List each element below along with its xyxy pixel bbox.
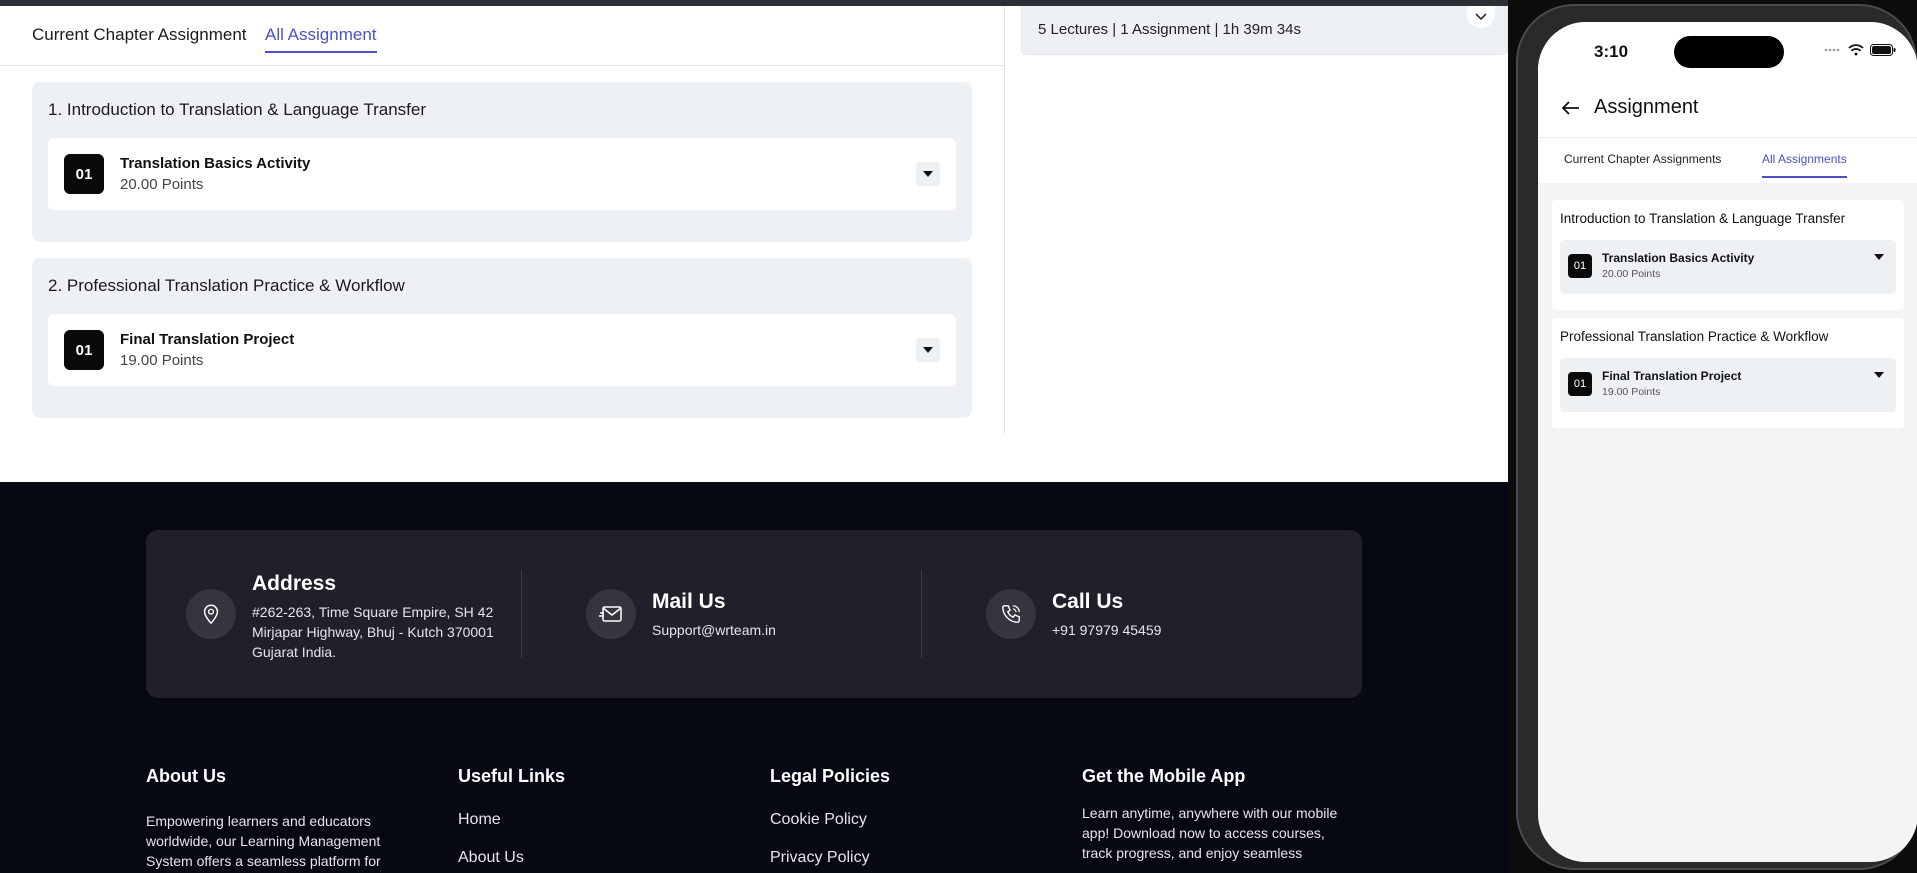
divider [921,570,922,658]
call-value[interactable]: +91 97979 45459 [1052,620,1161,640]
assignment-points: 19.00 Points [120,352,204,369]
chapter-card: Professional Translation Practice & Work… [1552,318,1904,428]
assignment-number: 01 [1568,372,1592,396]
footer-link-about-us[interactable]: About Us [458,849,728,867]
tab-all-assignment[interactable]: All Assignment [265,25,377,53]
phone-frame: 3:10 Assignment Current Chapter Assignme… [1516,4,1917,870]
location-pin-icon [186,589,236,639]
footer-about-text: Empowering learners and educators worldw… [146,813,381,869]
address-title: Address [252,572,337,595]
title-row: Assignment [1562,96,1699,119]
footer-heading: Legal Policies [770,766,891,786]
assignment-name: Translation Basics Activity [1602,251,1755,265]
mail-title: Mail Us [652,590,726,613]
mail-value[interactable]: Support@wrteam.in [652,620,776,640]
app-header: 3:10 Assignment [1538,22,1917,137]
footer-link-home[interactable]: Home [458,811,728,829]
page-title: Assignment [1594,96,1699,118]
chapter-card: 2. Professional Translation Practice & W… [32,258,972,418]
footer-link-cookie-policy[interactable]: Cookie Policy [770,811,1040,829]
assignment-row[interactable]: 01 Translation Basics Activity 20.00 Poi… [1560,240,1896,294]
footer-heading: Useful Links [458,766,566,786]
address-block: Address #262-263, Time Square Empire, SH… [186,570,506,660]
site-footer: Address #262-263, Time Square Empire, SH… [0,482,1508,873]
tab-current-chapter-assignments[interactable]: Current Chapter Assignments [1564,152,1721,176]
mail-icon [586,589,636,639]
assignment-number: 01 [64,154,104,194]
assignment-row[interactable]: 01 Final Translation Project 19.00 Point… [48,314,956,386]
chapter-card: Introduction to Translation & Language T… [1552,200,1904,310]
assignment-points: 20.00 Points [1602,268,1661,280]
tab-all-assignments[interactable]: All Assignments [1762,152,1847,178]
expand-button[interactable] [916,338,940,362]
footer-mobile-app-text: Learn anytime, anywhere with our mobile … [1082,805,1338,861]
call-block: Call Us +91 97979 45459 [986,570,1306,658]
chapter-card: 1. Introduction to Translation & Languag… [32,82,972,242]
course-summary-text: 5 Lectures | 1 Assignment | 1h 39m 34s [1038,21,1301,38]
chapter-title: Professional Translation Practice & Work… [1560,329,1829,344]
call-title: Call Us [1052,590,1124,613]
wifi-icon [1848,44,1864,56]
footer-heading: About Us [146,766,226,786]
phone-tabs: Current Chapter Assignments All Assignme… [1538,137,1917,183]
chevron-down-icon[interactable] [1467,6,1495,28]
signal-icon [1824,48,1840,52]
footer-useful-links: Useful Links Home About Us [458,766,728,873]
chapter-title: Introduction to Translation & Language T… [1560,211,1846,226]
caret-down-icon [923,171,933,177]
expand-button[interactable] [916,162,940,186]
phone-screen: 3:10 Assignment Current Chapter Assignme… [1538,22,1917,862]
assignment-tabs: Current Chapter Assignment All Assignmen… [0,6,1004,66]
assignment-points: 19.00 Points [1602,386,1661,398]
caret-down-icon[interactable] [1874,372,1884,378]
footer-legal: Legal Policies Cookie Policy Privacy Pol… [770,766,1040,873]
caret-down-icon[interactable] [1874,254,1884,260]
status-icons [1824,44,1896,56]
phone-icon [986,589,1036,639]
assignment-points: 20.00 Points [120,176,204,193]
assignment-name: Final Translation Project [120,331,295,348]
web-page: Current Chapter Assignment All Assignmen… [0,0,1508,873]
footer-mobile-app: Get the Mobile App Learn anytime, anywhe… [1082,766,1352,863]
column-divider [1004,6,1005,434]
footer-heading: Get the Mobile App [1082,766,1246,786]
assignment-number: 01 [1568,254,1592,278]
chapter-title: 2. Professional Translation Practice & W… [48,276,405,295]
chapter-title: 1. Introduction to Translation & Languag… [48,100,427,119]
assignment-name: Final Translation Project [1602,369,1742,383]
footer-about: About Us Empowering learners and educato… [146,766,416,871]
contact-panel: Address #262-263, Time Square Empire, SH… [146,530,1362,698]
divider [521,570,522,658]
course-summary-box[interactable]: 5 Lectures | 1 Assignment | 1h 39m 34s [1021,6,1508,55]
assignment-name: Translation Basics Activity [120,155,311,172]
address-value: #262-263, Time Square Empire, SH 42 Mirj… [252,604,494,660]
mail-block: Mail Us Support@wrteam.in [586,570,906,658]
assignment-row[interactable]: 01 Final Translation Project 19.00 Point… [1560,358,1896,412]
dynamic-island [1674,36,1784,68]
status-time: 3:10 [1594,42,1629,61]
phone-simulator: 3:10 Assignment Current Chapter Assignme… [1508,0,1917,873]
tab-current-chapter-assignment[interactable]: Current Chapter Assignment [32,25,247,51]
caret-down-icon [923,347,933,353]
back-arrow-icon[interactable] [1562,100,1580,115]
footer-link-privacy-policy[interactable]: Privacy Policy [770,849,1040,867]
assignment-row[interactable]: 01 Translation Basics Activity 20.00 Poi… [48,138,956,210]
assignment-number: 01 [64,330,104,370]
battery-icon [1870,44,1896,56]
